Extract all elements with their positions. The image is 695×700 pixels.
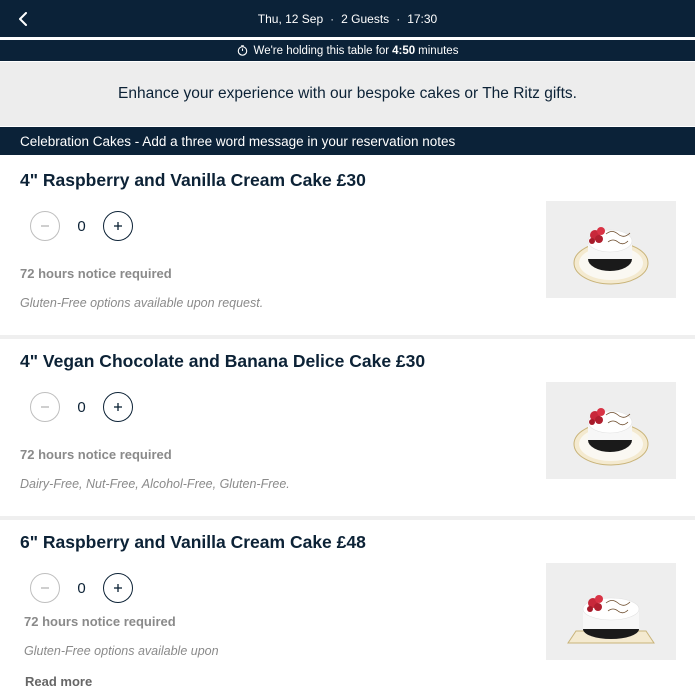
- hold-countdown: 4:50: [392, 44, 416, 57]
- cake-title: 4" Raspberry and Vanilla Cream Cake £30: [20, 170, 366, 190]
- notice-text: 72 hours notice required: [20, 447, 172, 462]
- plus-icon: [114, 403, 122, 411]
- back-button[interactable]: [12, 8, 34, 30]
- cake-title: 6" Raspberry and Vanilla Cream Cake £48: [20, 532, 366, 552]
- hold-timer-banner: We're holding this table for 4:50 minute…: [0, 40, 695, 61]
- cake-description: Gluten-Free options available upon: [24, 644, 219, 658]
- top-bar: Thu, 12 Sep · 2 Guests · 17:30: [0, 0, 695, 37]
- notice-text: 72 hours notice required: [24, 614, 176, 629]
- increase-button[interactable]: [103, 211, 133, 241]
- decrease-button[interactable]: [30, 211, 60, 241]
- cake-description: Gluten-Free options available upon reque…: [20, 296, 264, 310]
- quantity-value: 0: [77, 398, 86, 416]
- cake-image: [546, 563, 676, 660]
- quantity-stepper: 0: [30, 573, 133, 603]
- clock-icon: [237, 45, 248, 56]
- separator: ·: [330, 11, 335, 26]
- chevron-left-icon: [19, 12, 27, 26]
- enhance-banner: Enhance your experience with our bespoke…: [0, 62, 695, 126]
- booking-time: 17:30: [407, 11, 438, 26]
- booking-guests: 2 Guests: [341, 11, 390, 26]
- increase-button[interactable]: [103, 573, 133, 603]
- quantity-value: 0: [77, 579, 86, 597]
- cake-image: [546, 382, 676, 479]
- cake-card: 6" Raspberry and Vanilla Cream Cake £48 …: [0, 520, 695, 700]
- notice-text: 72 hours notice required: [20, 266, 172, 281]
- quantity-stepper: 0: [30, 211, 133, 241]
- hold-prefix: We're holding this table for: [253, 44, 390, 57]
- booking-summary: Thu, 12 Sep · 2 Guests · 17:30: [0, 0, 695, 37]
- increase-button[interactable]: [103, 392, 133, 422]
- cake-image: [546, 201, 676, 298]
- cake-description: Dairy-Free, Nut-Free, Alcohol-Free, Glut…: [20, 477, 290, 491]
- decrease-button[interactable]: [30, 573, 60, 603]
- decrease-button[interactable]: [30, 392, 60, 422]
- booking-date: Thu, 12 Sep: [257, 11, 324, 26]
- minus-icon: [41, 406, 49, 408]
- quantity-value: 0: [77, 217, 86, 235]
- cake-card: 4" Raspberry and Vanilla Cream Cake £30 …: [0, 155, 695, 335]
- separator: ·: [396, 11, 401, 26]
- quantity-stepper: 0: [30, 392, 133, 422]
- plus-icon: [114, 584, 122, 592]
- read-more-link[interactable]: Read more: [25, 674, 92, 689]
- hold-suffix: minutes: [418, 44, 459, 57]
- minus-icon: [41, 225, 49, 227]
- cake-card: 4" Vegan Chocolate and Banana Delice Cak…: [0, 339, 695, 516]
- cake-title: 4" Vegan Chocolate and Banana Delice Cak…: [20, 351, 426, 371]
- section-header: Celebration Cakes - Add a three word mes…: [0, 127, 695, 155]
- plus-icon: [114, 222, 122, 230]
- minus-icon: [41, 587, 49, 589]
